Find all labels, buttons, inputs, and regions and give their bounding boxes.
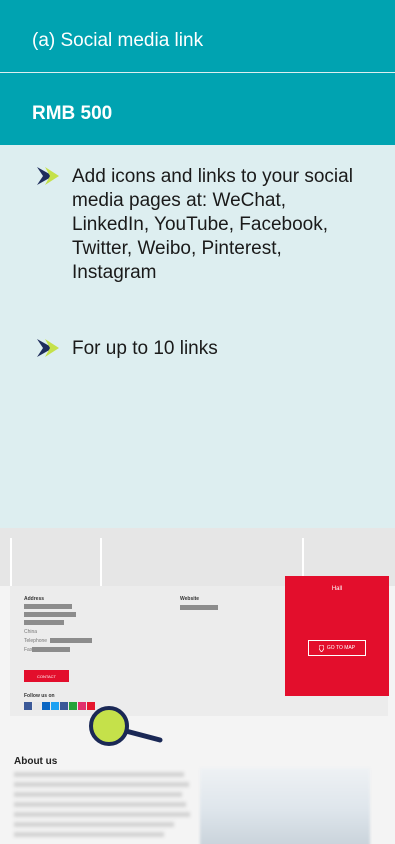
redacted-line: [180, 605, 218, 610]
feature-item: Add icons and links to your social media…: [36, 165, 366, 285]
share-icon[interactable]: [33, 702, 41, 710]
website-label: Website: [180, 596, 200, 602]
telephone-label: Telephone: [24, 638, 48, 644]
hall-label: Hall: [331, 586, 343, 592]
screenshot-frame: [10, 538, 102, 586]
map-pin-icon: [318, 644, 324, 652]
price-text: RMB 500: [32, 103, 113, 124]
linkedin-icon[interactable]: [42, 702, 50, 710]
card-title-text: (a) Social media link: [32, 30, 204, 51]
feature-text: For up to 10 links: [72, 338, 218, 359]
blurred-text: [14, 832, 164, 837]
city-label: China: [24, 629, 38, 635]
magnifier-icon: [89, 706, 163, 746]
redacted-line: [32, 647, 70, 652]
feature-item: For up to 10 links: [36, 337, 366, 361]
about-us-title: About us: [14, 756, 58, 767]
map-card: Hall GO TO MAP: [285, 576, 389, 696]
screenshot-frame: [100, 538, 304, 586]
social-icon[interactable]: [60, 702, 68, 710]
blurred-text: [14, 772, 184, 777]
example-screenshot: Address China Telephone Fax Website CONT…: [0, 528, 395, 844]
blurred-text: [14, 822, 174, 827]
map-button-label: GO TO MAP: [326, 645, 356, 651]
wechat-icon[interactable]: [69, 702, 77, 710]
bullet-arrow-icon: [37, 339, 59, 357]
redacted-line: [50, 638, 92, 643]
building-photo: [200, 768, 370, 844]
redacted-line: [24, 620, 64, 625]
twitter-icon[interactable]: [51, 702, 59, 710]
card-title: (a) Social media link: [0, 0, 395, 72]
blurred-text: [14, 812, 190, 817]
redacted-line: [24, 612, 76, 617]
blurred-text: [14, 782, 189, 787]
facebook-icon[interactable]: [24, 702, 32, 710]
contact-button[interactable]: CONTACT: [24, 670, 69, 682]
go-to-map-button[interactable]: GO TO MAP: [308, 640, 366, 656]
redacted-line: [24, 604, 72, 609]
price-header: RMB 500: [0, 73, 395, 145]
blurred-text: [14, 792, 182, 797]
feature-text: Add icons and links to your social media…: [72, 166, 353, 283]
follow-label: Follow us on: [24, 693, 55, 699]
blurred-text: [14, 802, 186, 807]
address-label: Address: [24, 596, 45, 602]
pricing-card: (a) Social media link RMB 500 Add icons …: [0, 0, 395, 528]
bullet-arrow-icon: [37, 167, 59, 185]
